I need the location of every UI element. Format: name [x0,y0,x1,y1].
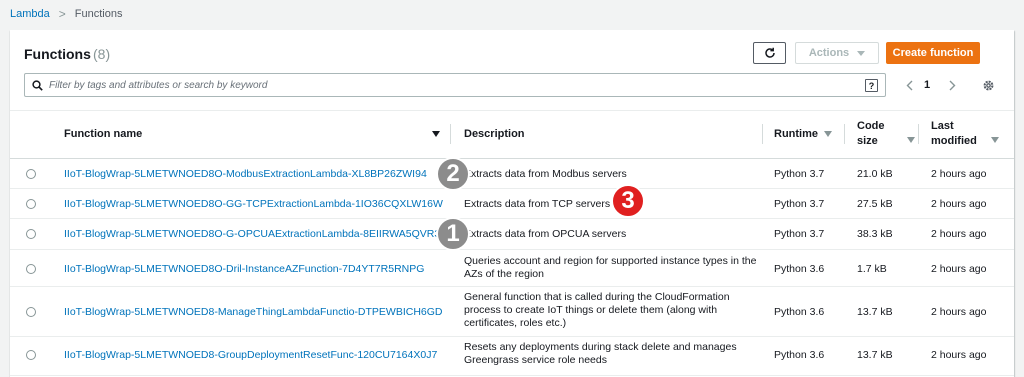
column-label: modified [931,135,977,147]
row-radio[interactable] [26,199,36,209]
column-label-stack: Last modified [931,119,977,149]
annotation-badge-3: 3 [611,184,645,218]
function-last-modified: 2 hours ago [931,263,987,275]
function-code-size: 38.3 kB [857,228,893,240]
function-name-link[interactable]: IIoT-BlogWrap-5LMETWNOED8-GroupDeploymen… [64,349,437,361]
column-label: Runtime [774,128,818,140]
sort-icon [906,137,915,143]
function-runtime: Python 3.7 [774,168,825,180]
function-description: Queries account and region for supported… [464,255,757,280]
column-header-runtime[interactable]: Runtime [774,110,832,158]
column-label: Function name [64,128,143,140]
function-runtime: Python 3.7 [774,198,825,210]
function-name-link[interactable]: IIoT-BlogWrap-5LMETWNOED8O-ModbusExtract… [64,168,427,180]
column-divider [450,124,451,144]
breadcrumb-current: Functions [74,8,123,20]
function-description: Resets any deployments during stack dele… [464,341,737,366]
table-row[interactable]: IIoT-BlogWrap-5LMETWNOED8O-Dril-Instance… [10,251,1014,287]
settings-button[interactable] [980,77,996,93]
function-code-size: 1.7 kB [857,263,887,275]
chevron-left-icon [906,80,912,90]
function-last-modified: 2 hours ago [931,228,987,240]
search-icon [32,80,43,91]
function-code-size: 13.7 kB [857,306,893,318]
function-code-size: 27.5 kB [857,198,893,210]
column-header-description: Description [464,110,525,158]
column-divider [918,124,919,144]
sort-descending-icon[interactable] [432,131,440,137]
table-row[interactable]: IIoT-BlogWrap-5LMETWNOED8-GroupDeploymen… [10,338,1014,376]
column-label: Code [857,120,885,132]
actions-button[interactable]: Actions [795,42,879,64]
function-name-link[interactable]: IIoT-BlogWrap-5LMETWNOED8O-G-OPCUAExtrac… [64,228,440,240]
column-header-code-size[interactable]: Code size [857,110,915,158]
row-radio[interactable] [26,264,36,274]
function-runtime: Python 3.7 [774,228,825,240]
function-last-modified: 2 hours ago [931,168,987,180]
function-last-modified: 2 hours ago [931,306,987,318]
function-description: Extracts data from Modbus servers [464,168,627,180]
column-header-function-name[interactable]: Function name [64,110,142,158]
table-row[interactable]: IIoT-BlogWrap-5LMETWNOED8O-GG-TCPExtract… [10,190,1014,219]
breadcrumb-lambda-link[interactable]: Lambda [10,8,50,20]
annotation-badge-1: 1 [436,217,470,251]
page-number[interactable]: 1 [924,79,930,91]
search-box[interactable]: ? [24,73,886,97]
row-radio[interactable] [26,169,36,179]
function-name-link[interactable]: IIoT-BlogWrap-5LMETWNOED8-ManageThingLam… [64,306,443,318]
function-description: General function that is called during t… [464,291,730,329]
actions-label: Actions [808,47,850,59]
functions-panel: Functions (8) Actions Create function ? … [10,30,1014,377]
gear-icon [983,80,993,90]
sort-icon [824,131,832,137]
function-runtime: Python 3.6 [774,263,825,275]
annotation-badge-2: 2 [436,157,470,191]
column-header-last-modified[interactable]: Last modified [931,110,999,158]
search-input[interactable] [49,76,849,94]
row-radio[interactable] [26,307,36,317]
function-code-size: 13.7 kB [857,349,893,361]
create-function-button[interactable]: Create function [886,42,980,64]
function-code-size: 21.0 kB [857,168,893,180]
function-name-link[interactable]: IIoT-BlogWrap-5LMETWNOED8O-GG-TCPExtract… [64,198,443,210]
column-label-stack: Code size [857,119,885,149]
chevron-right-icon [949,80,955,90]
function-name-link[interactable]: IIoT-BlogWrap-5LMETWNOED8O-Dril-Instance… [64,263,424,275]
table-row[interactable]: IIoT-BlogWrap-5LMETWNOED8O-ModbusExtract… [10,159,1014,189]
column-divider [762,124,763,144]
previous-page-button[interactable] [903,78,915,92]
help-icon[interactable]: ? [865,79,878,92]
row-radio[interactable] [26,229,36,239]
table-row[interactable]: IIoT-BlogWrap-5LMETWNOED8O-G-OPCUAExtrac… [10,220,1014,250]
function-count: (8) [93,46,111,62]
column-label: Last [931,120,954,132]
chevron-right-icon: > [58,7,66,21]
refresh-icon [764,47,775,58]
table-row[interactable]: IIoT-BlogWrap-5LMETWNOED8-ManageThingLam… [10,288,1014,337]
function-last-modified: 2 hours ago [931,198,987,210]
column-divider [844,124,845,144]
refresh-button[interactable] [753,42,786,64]
function-last-modified: 2 hours ago [931,349,987,361]
function-description: Extracts data from OPCUA servers [464,228,627,240]
next-page-button[interactable] [946,78,958,92]
caret-down-icon [857,50,866,56]
column-label: size [857,135,878,147]
function-runtime: Python 3.6 [774,306,825,318]
function-runtime: Python 3.6 [774,349,825,361]
page-title: Functions [24,46,91,62]
row-radio[interactable] [26,350,36,360]
breadcrumb: Lambda > Functions [10,6,122,22]
column-label: Description [464,128,525,140]
sort-icon [990,137,999,143]
